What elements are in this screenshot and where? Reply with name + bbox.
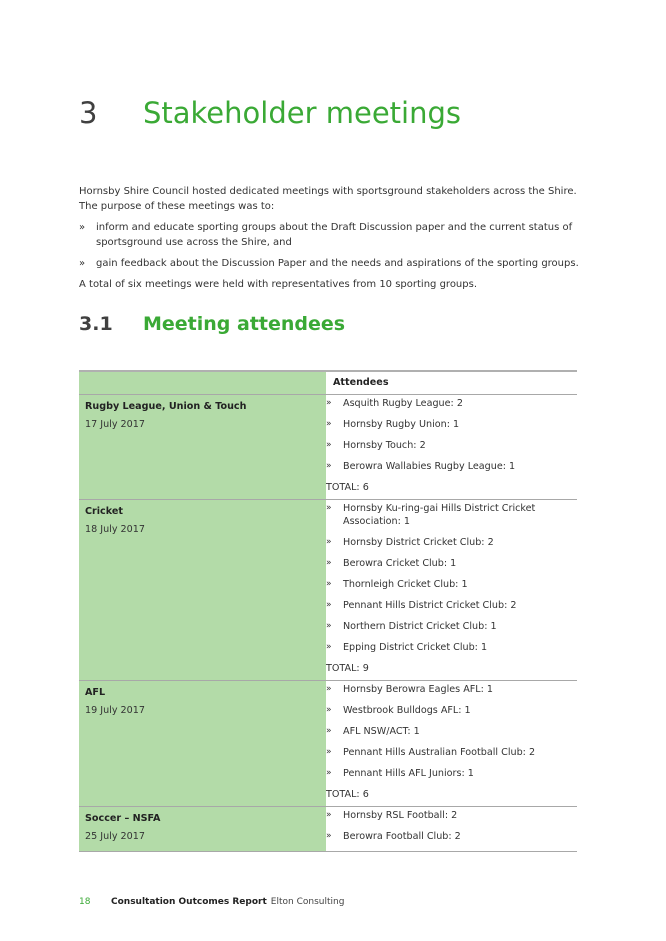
attendee-list-cell: » Asquith Rugby League: 2 » Hornsby Rugby U… (326, 395, 577, 500)
list-item: » Northern District Cricket Club: 1 (326, 620, 577, 633)
subsection-number: 3.1 (79, 313, 113, 335)
list-item: » Hornsby Ku-ring-gai Hills District Cric… (326, 502, 577, 528)
intro-text: Hornsby Shire Council hosted dedicated m… (79, 184, 579, 298)
attendee-name: Hornsby District Cricket Club: 2 (343, 537, 494, 548)
attendee-name: Pennant Hills District Cricket Club: 2 (343, 600, 517, 611)
list-item: » Pennant Hills District Cricket Club: 2 (326, 599, 577, 612)
group-cell: AFL 19 July 2017 (79, 680, 326, 807)
page-number: 18 (79, 897, 91, 907)
list-item: » Berowra Wallabies Rugby League: 1 (326, 460, 577, 473)
list-item: » Pennant Hills Australian Football Club:… (326, 746, 577, 759)
bullet-icon: » (326, 810, 332, 820)
intro-bullet: » gain feedback about the Discussion Pape… (79, 258, 579, 269)
table-row: Cricket 18 July 2017 » Hornsby Ku-ring-gai … (79, 499, 577, 681)
group-cell: Rugby League, Union & Touch 17 July 2017 (79, 394, 326, 500)
list-item: » Berowra Cricket Club: 1 (326, 557, 577, 570)
bullet-icon: » (326, 684, 332, 694)
intro-bullet-list: » inform and educate sporting groups abou… (79, 220, 579, 271)
bullet-icon: » (326, 398, 332, 408)
section-title: Stakeholder meetings (143, 96, 461, 130)
attendee-name: Berowra Football Club: 2 (343, 831, 461, 842)
bullet-icon: » (326, 768, 332, 778)
meeting-date: 18 July 2017 (85, 524, 145, 535)
attendees-table: Attendees Rugby League, Union & Touch 17 … (79, 370, 577, 852)
section-number: 3 (79, 96, 98, 130)
list-item: » Hornsby Touch: 2 (326, 439, 577, 452)
attendee-list-cell: » Hornsby Berowra Eagles AFL: 1 » Westbrook… (326, 681, 577, 807)
bullet-icon: » (79, 258, 86, 269)
attendee-name: Hornsby Rugby Union: 1 (343, 419, 460, 430)
bullet-icon: » (326, 642, 332, 652)
list-item: » Pennant Hills AFL Juniors: 1 (326, 767, 577, 780)
group-cell: Soccer – NSFA 25 July 2017 (79, 806, 326, 852)
list-item: » Westbrook Bulldogs AFL: 1 (326, 704, 577, 717)
bullet-icon: » (326, 726, 332, 736)
group-name: Soccer – NSFA (85, 813, 161, 824)
bullet-icon: » (326, 831, 332, 841)
header-cell-attendees: Attendees (326, 371, 577, 395)
bullet-icon: » (326, 537, 332, 547)
group-name: Cricket (85, 506, 123, 517)
table-row: Soccer – NSFA 25 July 2017 » Hornsby RSL Fo… (79, 806, 577, 852)
list-item: » Hornsby RSL Football: 2 (326, 809, 577, 822)
attendee-name: Hornsby Touch: 2 (343, 440, 426, 451)
report-title: Consultation Outcomes Report (111, 897, 267, 907)
table-header-row: Attendees (79, 371, 577, 395)
attendee-list-cell: » Hornsby Ku-ring-gai Hills District Cric… (326, 500, 577, 681)
list-item: » Hornsby Rugby Union: 1 (326, 418, 577, 431)
attendee-name: AFL NSW/ACT: 1 (343, 726, 420, 737)
bullet-icon: » (326, 558, 332, 568)
bullet-icon: » (326, 747, 332, 757)
attendee-name: Hornsby Berowra Eagles AFL: 1 (343, 684, 494, 695)
attendee-total: TOTAL: 6 (326, 482, 369, 493)
attendee-name: Thornleigh Cricket Club: 1 (343, 579, 468, 590)
bullet-icon: » (326, 600, 332, 610)
group-name: AFL (85, 687, 106, 698)
bullet-icon: » (326, 579, 332, 589)
group-cell: Cricket 18 July 2017 (79, 499, 326, 681)
bullet-icon: » (326, 461, 332, 471)
bullet-icon: » (326, 440, 332, 450)
bullet-icon: » (326, 503, 332, 513)
bullet-icon: » (326, 621, 332, 631)
list-item: » Thornleigh Cricket Club: 1 (326, 578, 577, 591)
table-row: AFL 19 July 2017 » Hornsby Berowra Eagles A… (79, 680, 577, 807)
table-row: Rugby League, Union & Touch 17 July 2017 »… (79, 394, 577, 500)
attendee-list-cell: » Hornsby RSL Football: 2 » Berowra Footbal… (326, 807, 577, 852)
attendee-total: TOTAL: 6 (326, 789, 369, 800)
list-item: » Epping District Cricket Club: 1 (326, 641, 577, 654)
attendee-name: Berowra Wallabies Rugby League: 1 (343, 461, 516, 472)
attendee-name: Berowra Cricket Club: 1 (343, 558, 457, 569)
bullet-icon: » (326, 419, 332, 429)
list-item: » Hornsby Berowra Eagles AFL: 1 (326, 683, 577, 696)
group-name: Rugby League, Union & Touch (85, 401, 247, 412)
header-cell-empty (79, 371, 326, 395)
list-item: » Hornsby District Cricket Club: 2 (326, 536, 577, 549)
list-item: » Berowra Football Club: 2 (326, 830, 577, 843)
intro-paragraph: Hornsby Shire Council hosted dedicated m… (79, 186, 577, 212)
page-footer: 18 Consultation Outcomes Report Elton Cons… (79, 897, 344, 907)
bullet-icon: » (326, 705, 332, 715)
list-item: » AFL NSW/ACT: 1 (326, 725, 577, 738)
attendee-name: Asquith Rugby League: 2 (343, 398, 463, 409)
organisation-name: Elton Consulting (270, 897, 345, 907)
list-item: » Asquith Rugby League: 2 (326, 397, 577, 410)
attendee-total: TOTAL: 9 (326, 663, 369, 674)
attendee-name: Hornsby Ku-ring-gai Hills District Crick… (343, 503, 536, 527)
attendee-name: Northern District Cricket Club: 1 (343, 621, 497, 632)
meeting-date: 17 July 2017 (85, 419, 145, 430)
attendee-name: Pennant Hills Australian Football Club: … (343, 747, 536, 758)
attendee-name: Epping District Cricket Club: 1 (343, 642, 488, 653)
intro-bullet: » inform and educate sporting groups abou… (79, 222, 573, 248)
attendee-name: Westbrook Bulldogs AFL: 1 (343, 705, 471, 716)
bullet-icon: » (79, 222, 86, 233)
intro-summary: A total of six meetings were held with r… (79, 279, 478, 290)
subsection-title: Meeting attendees (143, 313, 346, 335)
meeting-date: 19 July 2017 (85, 705, 145, 716)
attendee-name: Hornsby RSL Football: 2 (343, 810, 458, 821)
attendee-name: Pennant Hills AFL Juniors: 1 (343, 768, 474, 779)
meeting-date: 25 July 2017 (85, 831, 145, 842)
